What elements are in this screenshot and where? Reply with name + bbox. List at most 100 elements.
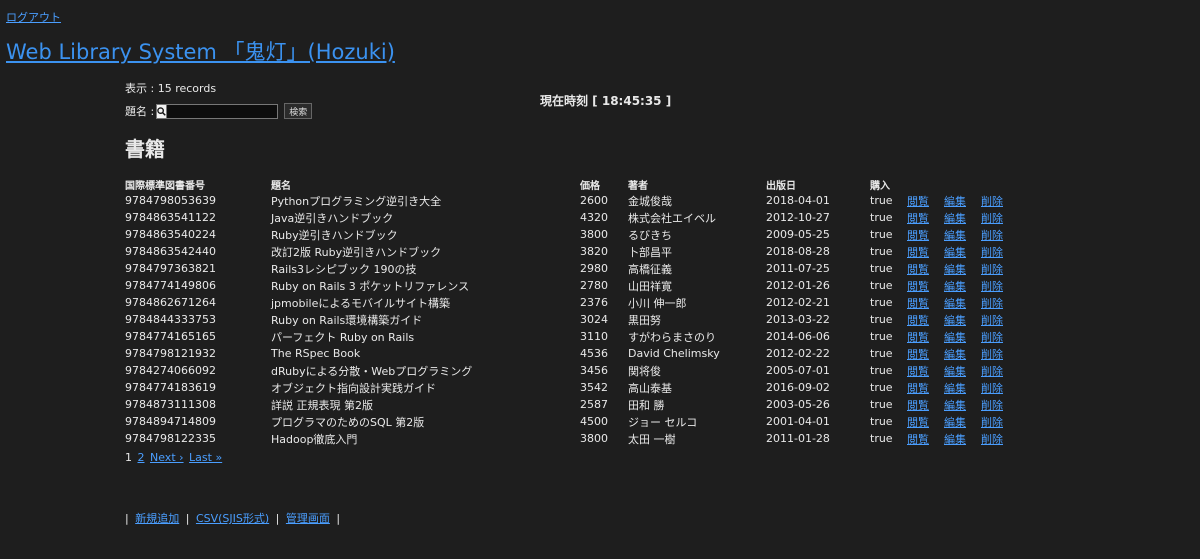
delete-link[interactable]: 削除 xyxy=(981,433,1003,446)
delete-link[interactable]: 削除 xyxy=(981,416,1003,429)
isbn-cell: 9784862671264 xyxy=(125,296,216,309)
action-cell: 閲覧 xyxy=(907,294,944,311)
action-cell: 削除 xyxy=(981,396,1018,413)
isbn-cell: 9784797363821 xyxy=(125,262,216,275)
books-table: 国際標準図書番号 題名 価格 著者 出版日 購入 9784798053639 Py… xyxy=(125,176,1018,447)
price-cell: 3110 xyxy=(580,330,608,343)
column-header-blank xyxy=(944,176,981,192)
delete-link[interactable]: 削除 xyxy=(981,212,1003,225)
action-cell: 削除 xyxy=(981,430,1018,447)
action-cell: 削除 xyxy=(981,328,1018,345)
last-page-link[interactable]: Last » xyxy=(189,451,222,464)
title-cell: Rails3レシピブック 190の技 xyxy=(271,262,417,276)
view-link[interactable]: 閲覧 xyxy=(907,348,929,361)
delete-link[interactable]: 削除 xyxy=(981,382,1003,395)
edit-link[interactable]: 編集 xyxy=(944,331,966,344)
delete-link[interactable]: 削除 xyxy=(981,399,1003,412)
action-cell: 編集 xyxy=(944,192,981,209)
author-cell: るびきち xyxy=(628,228,672,242)
view-link[interactable]: 閲覧 xyxy=(907,314,929,327)
delete-link[interactable]: 削除 xyxy=(981,297,1003,310)
purchased-cell: true xyxy=(870,279,893,292)
published-date-cell: 2012-02-22 xyxy=(766,347,830,360)
author-cell: 黒田努 xyxy=(628,313,661,327)
action-cell: 編集 xyxy=(944,430,981,447)
edit-link[interactable]: 編集 xyxy=(944,229,966,242)
view-link[interactable]: 閲覧 xyxy=(907,263,929,276)
current-time: 現在時刻 [ 18:45:35 ] xyxy=(540,94,672,108)
action-cell: 閲覧 xyxy=(907,277,944,294)
column-header-blank xyxy=(907,176,944,192)
edit-link[interactable]: 編集 xyxy=(944,212,966,225)
edit-link[interactable]: 編集 xyxy=(944,433,966,446)
view-link[interactable]: 閲覧 xyxy=(907,331,929,344)
published-date-cell: 2016-09-02 xyxy=(766,381,830,394)
csv-export-link[interactable]: CSV(SJIS形式) xyxy=(196,512,269,525)
column-header-published: 出版日 xyxy=(766,180,796,192)
search-button[interactable]: 検索 xyxy=(284,103,313,119)
edit-link[interactable]: 編集 xyxy=(944,280,966,293)
site-title-link[interactable]: Web Library System 「鬼灯」(Hozuki) xyxy=(6,40,395,64)
delete-link[interactable]: 削除 xyxy=(981,195,1003,208)
author-cell: 高山泰基 xyxy=(628,381,672,395)
action-cell: 閲覧 xyxy=(907,311,944,328)
delete-link[interactable]: 削除 xyxy=(981,331,1003,344)
published-date-cell: 2014-06-06 xyxy=(766,330,830,343)
edit-link[interactable]: 編集 xyxy=(944,263,966,276)
view-link[interactable]: 閲覧 xyxy=(907,212,929,225)
edit-link[interactable]: 編集 xyxy=(944,365,966,378)
price-cell: 3800 xyxy=(580,228,608,241)
next-page-link[interactable]: Next › xyxy=(150,451,184,464)
action-cell: 編集 xyxy=(944,311,981,328)
view-link[interactable]: 閲覧 xyxy=(907,280,929,293)
price-cell: 2376 xyxy=(580,296,608,309)
view-link[interactable]: 閲覧 xyxy=(907,229,929,242)
view-link[interactable]: 閲覧 xyxy=(907,246,929,259)
action-cell: 編集 xyxy=(944,379,981,396)
table-row: 9784863542440 改訂2版 Ruby逆引きハンドブック 3820 卜部昌平 2… xyxy=(125,243,1018,260)
edit-link[interactable]: 編集 xyxy=(944,246,966,259)
edit-link[interactable]: 編集 xyxy=(944,297,966,310)
view-link[interactable]: 閲覧 xyxy=(907,195,929,208)
action-cell: 編集 xyxy=(944,226,981,243)
delete-link[interactable]: 削除 xyxy=(981,229,1003,242)
pagination: 1 2 Next › Last » xyxy=(125,451,222,464)
search-input[interactable] xyxy=(167,105,304,117)
edit-link[interactable]: 編集 xyxy=(944,348,966,361)
edit-link[interactable]: 編集 xyxy=(944,195,966,208)
edit-link[interactable]: 編集 xyxy=(944,314,966,327)
delete-link[interactable]: 削除 xyxy=(981,246,1003,259)
logout-link[interactable]: ログアウト xyxy=(6,9,61,25)
title-cell: Ruby on Rails環境構築ガイド xyxy=(271,313,423,327)
page-2-link[interactable]: 2 xyxy=(138,451,145,464)
delete-link[interactable]: 削除 xyxy=(981,280,1003,293)
action-cell: 閲覧 xyxy=(907,396,944,413)
view-link[interactable]: 閲覧 xyxy=(907,433,929,446)
column-header-author: 著者 xyxy=(628,180,648,192)
delete-link[interactable]: 削除 xyxy=(981,348,1003,361)
view-link[interactable]: 閲覧 xyxy=(907,297,929,310)
edit-link[interactable]: 編集 xyxy=(944,382,966,395)
published-date-cell: 2009-05-25 xyxy=(766,228,830,241)
view-link[interactable]: 閲覧 xyxy=(907,365,929,378)
delete-link[interactable]: 削除 xyxy=(981,314,1003,327)
isbn-cell: 9784774183619 xyxy=(125,381,216,394)
view-link[interactable]: 閲覧 xyxy=(907,399,929,412)
price-cell: 4536 xyxy=(580,347,608,360)
purchased-cell: true xyxy=(870,415,893,428)
new-book-link[interactable]: 新規追加 xyxy=(135,512,179,525)
author-cell: 田和 勝 xyxy=(628,398,665,412)
edit-link[interactable]: 編集 xyxy=(944,416,966,429)
view-link[interactable]: 閲覧 xyxy=(907,382,929,395)
admin-link[interactable]: 管理画面 xyxy=(286,512,330,525)
isbn-cell: 9784894714809 xyxy=(125,415,216,428)
published-date-cell: 2018-04-01 xyxy=(766,194,830,207)
isbn-cell: 9784863542440 xyxy=(125,245,216,258)
separator: | xyxy=(185,512,190,525)
edit-link[interactable]: 編集 xyxy=(944,399,966,412)
view-link[interactable]: 閲覧 xyxy=(907,416,929,429)
action-cell: 閲覧 xyxy=(907,345,944,362)
table-row: 9784774149806 Ruby on Rails 3 ポケットリファレンス 2… xyxy=(125,277,1018,294)
delete-link[interactable]: 削除 xyxy=(981,263,1003,276)
delete-link[interactable]: 削除 xyxy=(981,365,1003,378)
